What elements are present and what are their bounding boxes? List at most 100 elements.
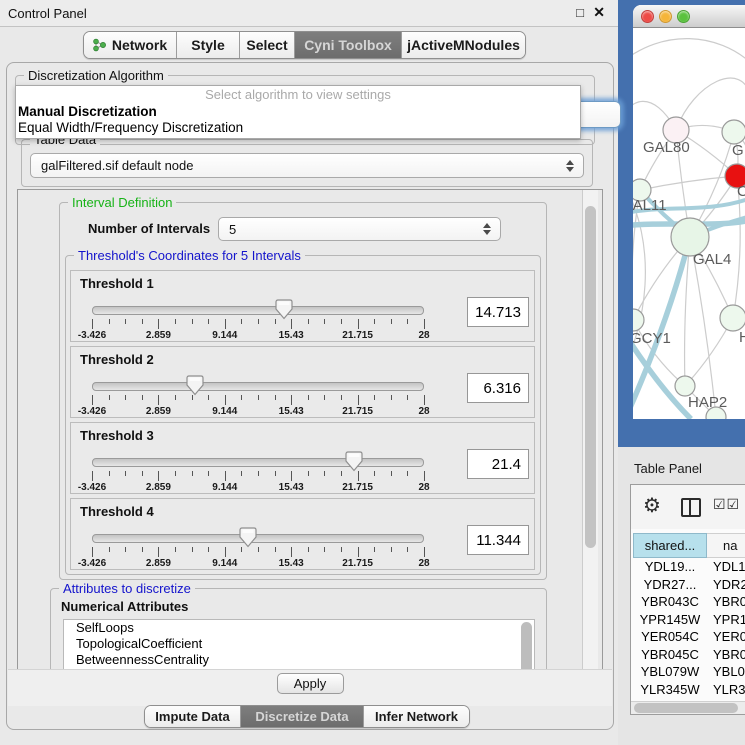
popup-option-manual-discretization[interactable]: Manual Discretization bbox=[16, 104, 580, 120]
threshold-slider[interactable]: -3.4262.8599.14415.4321.71528 bbox=[92, 453, 424, 493]
slider-tick bbox=[275, 471, 276, 476]
network-node-label: H bbox=[739, 329, 745, 346]
tab-jactivemnodules[interactable]: jActiveMNodules bbox=[402, 32, 525, 58]
slider-tick-label: 15.43 bbox=[279, 406, 304, 417]
close-traffic-light[interactable] bbox=[641, 10, 654, 23]
slider-tick-labels: -3.4262.8599.14415.4321.71528 bbox=[92, 406, 424, 418]
slider-tick bbox=[175, 471, 176, 476]
scrollbar-thumb[interactable] bbox=[585, 206, 596, 548]
table-data-combobox[interactable]: galFiltered.sif default node bbox=[30, 153, 584, 178]
slider-tick bbox=[192, 319, 193, 324]
threshold-slider[interactable]: -3.4262.8599.14415.4321.71528 bbox=[92, 301, 424, 341]
table-rows: YDL19...YDL1YDR27...YDR2YBR043CYBR0YPR14… bbox=[633, 558, 745, 715]
table-row[interactable]: YBR045CYBR0 bbox=[633, 646, 745, 664]
columns-icon[interactable] bbox=[681, 498, 701, 517]
slider-track[interactable] bbox=[92, 458, 424, 467]
slider-tick bbox=[158, 547, 159, 557]
tab-impute-data[interactable]: Impute Data bbox=[145, 706, 241, 727]
tab-network[interactable]: Network bbox=[84, 32, 177, 58]
threshold-slider[interactable]: -3.4262.8599.14415.4321.71528 bbox=[92, 529, 424, 569]
table-row[interactable]: YBR043CYBR0 bbox=[633, 593, 745, 611]
network-canvas[interactable]: GAL80GCGAL11GAL4GCY1HHAP2 bbox=[633, 28, 745, 419]
table-panel-area: Table Panel ⚙ ☑☑ shared... na YDL19...YD… bbox=[618, 447, 745, 745]
table-row[interactable]: YLR345WYLR3 bbox=[633, 681, 745, 699]
threshold-value-box[interactable]: 6.316 bbox=[467, 373, 529, 403]
cell-name: YER0 bbox=[707, 628, 745, 646]
attribute-list-item[interactable]: TopologicalCoefficient bbox=[64, 636, 534, 652]
table-row[interactable]: YDR27...YDR2 bbox=[633, 576, 745, 594]
number-of-intervals-combobox[interactable]: 5 bbox=[218, 217, 501, 241]
slider-tick bbox=[92, 471, 93, 481]
tab-cyni-toolbox[interactable]: Cyni Toolbox bbox=[295, 32, 402, 58]
threshold-value-box[interactable]: 11.344 bbox=[467, 525, 529, 555]
slider-tick bbox=[241, 471, 242, 476]
network-node[interactable] bbox=[722, 120, 745, 144]
slider-tick-label: 21.715 bbox=[342, 406, 373, 417]
slider-tick-label: 15.43 bbox=[279, 482, 304, 493]
slider-tick bbox=[109, 471, 110, 476]
slider-thumb[interactable] bbox=[275, 299, 293, 320]
slider-track[interactable] bbox=[92, 382, 424, 391]
network-node[interactable] bbox=[675, 376, 695, 396]
table-row[interactable]: YDL19...YDL1 bbox=[633, 558, 745, 576]
discretization-algorithm-group-title: Discretization Algorithm bbox=[24, 68, 168, 83]
table-row[interactable]: YPR145WYPR1 bbox=[633, 611, 745, 629]
slider-tick bbox=[175, 319, 176, 324]
select-checkboxes-icon[interactable]: ☑☑ bbox=[713, 496, 740, 513]
slider-tick-label: 28 bbox=[418, 482, 429, 493]
slider-tick bbox=[258, 471, 259, 476]
threshold-value-box[interactable]: 14.713 bbox=[467, 297, 529, 327]
zoom-traffic-light[interactable] bbox=[677, 10, 690, 23]
table-horizontal-scrollbar[interactable] bbox=[631, 701, 745, 714]
popup-option-equal-width-frequency[interactable]: Equal Width/Frequency Discretization bbox=[16, 120, 580, 136]
cell-name: YPR1 bbox=[707, 611, 745, 629]
threshold-row: Threshold 1 -3.4262.8599.14415.4321.7152… bbox=[70, 270, 535, 342]
attribute-list-item[interactable]: BetweennessCentrality bbox=[64, 652, 534, 668]
slider-tick bbox=[358, 319, 359, 329]
slider-tick bbox=[258, 319, 259, 324]
slider-tick bbox=[158, 471, 159, 481]
attributes-list-scrollbar[interactable] bbox=[521, 622, 532, 671]
slider-tick-label: 28 bbox=[418, 406, 429, 417]
column-header-shared[interactable]: shared... bbox=[633, 533, 707, 558]
interval-definition-group-title: Interval Definition bbox=[68, 195, 176, 210]
slider-thumb[interactable] bbox=[345, 451, 363, 472]
combobox-arrows-icon bbox=[483, 223, 491, 235]
threshold-value-box[interactable]: 21.4 bbox=[467, 449, 529, 479]
gear-icon[interactable]: ⚙ bbox=[643, 493, 661, 518]
table-data-group: Table Data galFiltered.sif default node bbox=[21, 139, 593, 187]
slider-tick bbox=[225, 471, 226, 481]
slider-tick bbox=[241, 319, 242, 324]
slider-tick bbox=[358, 547, 359, 557]
tab-infer-network[interactable]: Infer Network bbox=[364, 706, 469, 727]
node-table-panel: ⚙ ☑☑ shared... na YDL19...YDL1YDR27...YD… bbox=[630, 484, 745, 715]
slider-tick bbox=[291, 547, 292, 557]
network-node[interactable] bbox=[720, 305, 745, 331]
cell-shared-name: YPR145W bbox=[633, 611, 707, 629]
slider-tick bbox=[358, 395, 359, 405]
float-window-icon[interactable]: □ bbox=[576, 5, 584, 20]
close-icon[interactable]: ✕ bbox=[593, 4, 605, 21]
cell-shared-name: YDL19... bbox=[633, 558, 707, 576]
slider-track[interactable] bbox=[92, 306, 424, 315]
apply-button[interactable]: Apply bbox=[277, 673, 344, 694]
scrollbar-thumb[interactable] bbox=[634, 703, 738, 713]
numerical-attributes-list[interactable]: SelfLoopsTopologicalCoefficientBetweenne… bbox=[63, 619, 535, 671]
slider-track[interactable] bbox=[92, 534, 424, 543]
table-row[interactable]: YER054CYER0 bbox=[633, 628, 745, 646]
settings-vertical-scrollbar[interactable] bbox=[582, 190, 598, 670]
column-header-name[interactable]: na bbox=[707, 533, 745, 558]
slider-thumb[interactable] bbox=[186, 375, 204, 396]
threshold-slider[interactable]: -3.4262.8599.14415.4321.71528 bbox=[92, 377, 424, 417]
slider-thumb[interactable] bbox=[239, 527, 257, 548]
control-panel-titlebar: Control Panel □ ✕ bbox=[0, 0, 618, 27]
table-row[interactable]: YBL079WYBL0 bbox=[633, 663, 745, 681]
slider-tick bbox=[225, 547, 226, 557]
slider-tick bbox=[424, 547, 425, 557]
tab-discretize-data[interactable]: Discretize Data bbox=[241, 706, 364, 727]
attribute-list-item[interactable]: SelfLoops bbox=[64, 620, 534, 636]
network-node-label: G bbox=[732, 142, 744, 159]
minimize-traffic-light[interactable] bbox=[659, 10, 672, 23]
tab-select[interactable]: Select bbox=[240, 32, 295, 58]
tab-style[interactable]: Style bbox=[177, 32, 240, 58]
